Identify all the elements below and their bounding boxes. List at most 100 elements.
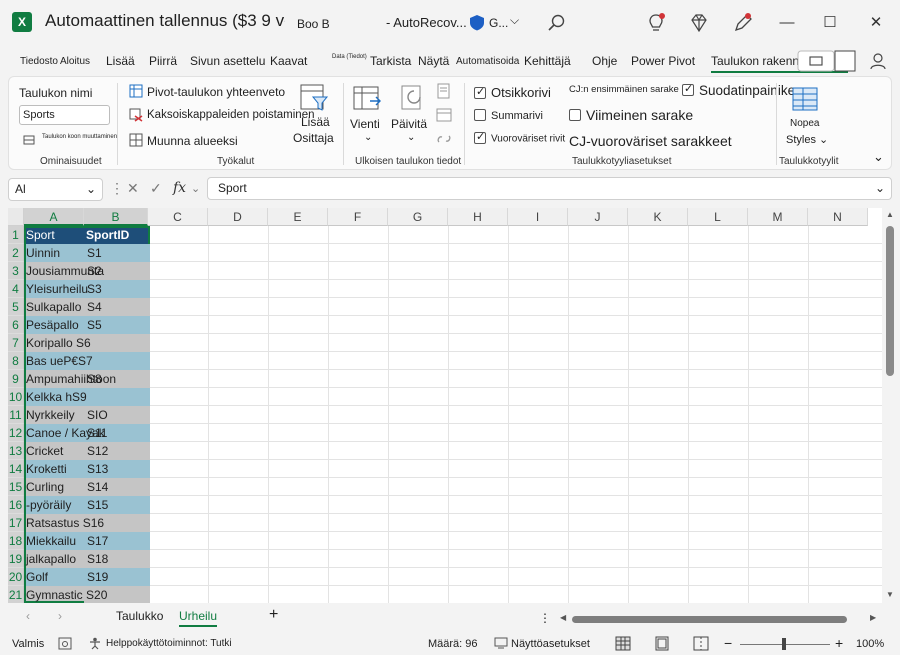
row-header[interactable]: 6 (8, 316, 24, 334)
row-header[interactable]: 14 (8, 460, 24, 478)
row-header[interactable]: 15 (8, 478, 24, 496)
autorecover-label[interactable]: - AutoRecov... (386, 15, 467, 30)
horizontal-scroll-thumb[interactable] (572, 616, 847, 623)
row-header[interactable]: 11 (8, 406, 24, 424)
table-cell-sportid[interactable]: S17 (84, 532, 150, 550)
tab-file[interactable]: Tiedosto (20, 56, 58, 67)
normal-view-icon[interactable] (615, 636, 631, 651)
refresh-button[interactable]: Päivitä (391, 117, 427, 131)
tab-automate[interactable]: Automatisoida (456, 56, 519, 67)
cancel-icon[interactable]: ✕ (127, 180, 139, 197)
accessibility-icon[interactable] (88, 637, 102, 650)
table-cell-sportid[interactable] (84, 388, 150, 406)
column-header[interactable]: L (688, 208, 748, 226)
horizontal-scrollbar[interactable]: ◀ ▶ (560, 613, 880, 625)
banded-columns-checkbox[interactable]: CJ-vuoroväriset sarakkeet (569, 133, 732, 149)
sensitivity-label[interactable]: G... (489, 16, 508, 30)
zoom-in-button[interactable]: + (835, 635, 843, 651)
zoom-slider-thumb[interactable] (782, 638, 786, 650)
table-cell-sport[interactable]: Curling (24, 478, 84, 496)
table-cell-sport[interactable]: Kroketti (24, 460, 84, 478)
row-header[interactable]: 8 (8, 352, 24, 370)
row-header[interactable]: 20 (8, 568, 24, 586)
tab-review[interactable]: Tarkista (370, 54, 411, 68)
scroll-right-icon[interactable]: ▶ (870, 613, 876, 622)
page-layout-view-icon[interactable] (654, 636, 670, 651)
scroll-down-icon[interactable]: ▼ (886, 590, 894, 599)
chevron-down-icon[interactable]: ⌄ (191, 182, 200, 195)
checkbox-checked-icon[interactable] (682, 82, 694, 97)
zoom-out-button[interactable]: − (724, 635, 732, 651)
table-cell-sportid[interactable]: S15 (84, 496, 150, 514)
table-cell-sportid[interactable]: S13 (84, 460, 150, 478)
table-cell-sport[interactable]: Ratsastus S16 (24, 514, 104, 532)
row-header[interactable]: 3 (8, 262, 24, 280)
close-button[interactable]: ✕ (861, 10, 891, 36)
tab-view[interactable]: Näytä (418, 54, 449, 68)
select-all-corner[interactable] (8, 208, 24, 226)
row-header[interactable]: 2 (8, 244, 24, 262)
display-settings-icon[interactable] (494, 637, 508, 650)
table-cell-sportid[interactable]: S4 (84, 298, 150, 316)
export-dropdown-icon[interactable]: ⌄ (364, 132, 372, 143)
resize-table-icon[interactable] (23, 133, 36, 146)
table-cell-sport[interactable]: -pyöräily (24, 496, 84, 514)
column-header[interactable]: H (448, 208, 508, 226)
display-settings-button[interactable]: Näyttöasetukset (511, 638, 590, 650)
more-options-icon[interactable]: ⋮ (110, 180, 124, 197)
table-cell-sport[interactable]: Sulkapallo (24, 298, 84, 316)
column-header[interactable]: E (268, 208, 328, 226)
sheet-tab-urheilu[interactable]: Urheilu (179, 609, 218, 627)
chevron-down-icon[interactable]: ⌄ (86, 179, 96, 200)
row-header[interactable]: 21 (8, 586, 24, 603)
column-header[interactable]: N (808, 208, 868, 226)
formula-input[interactable]: Sport ⌄ (207, 177, 892, 200)
quick-styles-line2[interactable]: Styles ⌄ (786, 133, 828, 146)
table-cell-sportid[interactable]: S3 (84, 280, 150, 298)
row-header[interactable]: 13 (8, 442, 24, 460)
table-cell-sportid[interactable]: SIO (84, 406, 150, 424)
table-cell-sportid[interactable]: S19 (84, 568, 150, 586)
lightbulb-icon[interactable] (645, 12, 667, 34)
table-cell-sport[interactable]: Kelkka hS9 (24, 388, 87, 406)
resize-table-button[interactable]: Taulukon koon muuttaminen (42, 134, 117, 140)
copilot-icon[interactable] (868, 50, 888, 72)
remove-duplicates-button[interactable]: Kaksoiskappaleiden poistaminen (147, 109, 315, 121)
open-in-browser-icon[interactable] (436, 107, 452, 123)
insert-slicer-line1[interactable]: Lisää (301, 115, 330, 129)
banded-rows-checkbox[interactable]: Vuoroväriset rivit (474, 130, 565, 145)
checkbox-checked-icon[interactable] (474, 85, 486, 99)
unlink-icon[interactable] (436, 131, 452, 147)
column-header[interactable]: M (748, 208, 808, 226)
previous-sheet-icon[interactable]: ‹ (26, 609, 30, 623)
table-cell-sportid[interactable]: S12 (84, 442, 150, 460)
export-button[interactable]: Vienti (350, 117, 380, 131)
minimize-button[interactable]: — (772, 10, 802, 36)
row-header[interactable]: 16 (8, 496, 24, 514)
convert-to-range-button[interactable]: Muunna alueeksi (147, 134, 238, 148)
header-row-checkbox[interactable]: Otsikkorivi (474, 85, 551, 100)
table-header-sport[interactable]: Sport (24, 226, 84, 244)
properties-icon[interactable] (436, 83, 452, 99)
column-header[interactable]: G (388, 208, 448, 226)
first-column-checkbox[interactable]: CJ:n ensimmäinen sarake (569, 84, 679, 95)
macro-record-icon[interactable] (58, 637, 72, 650)
checkbox-unchecked-icon[interactable] (569, 109, 581, 122)
zoom-level[interactable]: 100% (856, 638, 884, 650)
share-icon[interactable] (834, 50, 856, 72)
row-header[interactable]: 10 (8, 388, 24, 406)
column-header[interactable]: A (24, 208, 84, 226)
row-header[interactable]: 4 (8, 280, 24, 298)
tab-page-layout[interactable]: Sivun asettelu (190, 54, 265, 68)
tab-developer[interactable]: Kehittäjä (524, 54, 571, 68)
accessibility-status[interactable]: Helppokäyttötoiminnot: Tutki (106, 638, 232, 649)
tab-insert[interactable]: Lisää (106, 54, 135, 68)
tab-power-pivot[interactable]: Power Pivot (631, 54, 695, 68)
user-name[interactable]: Boo B (297, 17, 330, 31)
tab-data[interactable]: Data (Tiedot) (332, 54, 367, 60)
column-header[interactable]: I (508, 208, 568, 226)
table-cell-sport[interactable]: Gymnastic S20 (24, 586, 107, 603)
next-sheet-icon[interactable]: › (58, 609, 62, 623)
table-cell-sportid[interactable]: S5 (84, 316, 150, 334)
diamond-icon[interactable] (688, 12, 710, 34)
